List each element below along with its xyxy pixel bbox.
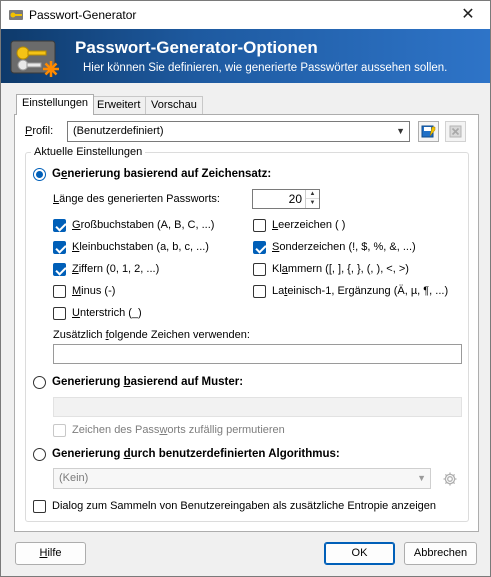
permute-label: Zeichen des Passworts zufällig permutier…: [72, 424, 285, 436]
cancel-button[interactable]: Abbrechen: [404, 542, 477, 565]
space-label: Leerzeichen ( ): [272, 219, 346, 231]
entropy-checkbox[interactable]: [33, 500, 46, 513]
special-checkbox[interactable]: [253, 241, 266, 254]
underscore-label: Unterstrich (_): [72, 307, 142, 319]
pattern-radio-label: Generierung basierend auf Muster:: [52, 376, 244, 388]
tab-vorschau[interactable]: Vorschau: [145, 96, 203, 114]
brackets-checkbox[interactable]: [253, 263, 266, 276]
latin1-checkbox[interactable]: [253, 285, 266, 298]
minus-checkbox[interactable]: [53, 285, 66, 298]
stepper-down-icon[interactable]: ▼: [306, 199, 319, 208]
uppercase-label: Großbuchstaben (A, B, C, ...): [72, 219, 215, 231]
underscore-checkbox[interactable]: [53, 307, 66, 320]
digits-label: Ziffern (0, 1, 2, ...): [72, 263, 160, 275]
profile-value: (Benutzerdefiniert): [73, 125, 164, 137]
group-title: Aktuelle Einstellungen: [31, 146, 146, 158]
length-value: 20: [288, 192, 302, 206]
length-stepper[interactable]: 20 ▲ ▼: [252, 189, 320, 209]
banner-heading: Passwort-Generator-Optionen: [75, 38, 318, 57]
custom-algorithm-select[interactable]: (Kein) ▼: [53, 468, 431, 489]
special-label: Sonderzeichen (!, $, %, &, ...): [272, 241, 416, 253]
window-title: Passwort-Generator: [29, 8, 137, 22]
close-button[interactable]: ✕: [446, 1, 490, 29]
digits-checkbox[interactable]: [53, 263, 66, 276]
permute-checkbox[interactable]: [53, 424, 66, 437]
stepper-up-icon[interactable]: ▲: [306, 190, 319, 199]
chevron-down-icon: ▼: [396, 126, 405, 136]
brackets-label: Klammern ([, ], {, }, (, ), <, >): [272, 263, 409, 275]
help-button[interactable]: Hilfe: [15, 542, 86, 565]
pattern-input[interactable]: [53, 397, 462, 417]
custom-algorithm-label: Generierung durch benutzerdefinierten Al…: [52, 448, 340, 460]
delete-icon: [449, 125, 462, 138]
minus-label: Minus (-): [72, 285, 116, 297]
banner-subheading: Hier können Sie definieren, wie generier…: [83, 62, 448, 74]
profile-label: Profil:: [25, 125, 54, 137]
stepper-buttons: ▲ ▼: [305, 190, 319, 208]
algorithm-options-button[interactable]: [439, 468, 460, 489]
ok-button[interactable]: OK: [324, 542, 395, 565]
uppercase-checkbox[interactable]: [53, 219, 66, 232]
save-profile-button[interactable]: [418, 121, 439, 142]
chevron-down-icon: ▼: [417, 473, 426, 483]
tab-einstellungen[interactable]: Einstellungen: [16, 94, 95, 115]
additional-chars-input[interactable]: [53, 344, 462, 364]
lowercase-label: Kleinbuchstaben (a, b, c, ...): [72, 241, 209, 253]
charset-radio[interactable]: [33, 168, 46, 181]
gear-icon: [443, 472, 456, 485]
custom-algorithm-value: (Kein): [59, 472, 89, 484]
custom-algorithm-radio[interactable]: [33, 448, 46, 461]
title-bar: Passwort-Generator ✕: [1, 1, 490, 29]
header-banner: Passwort-Generator-Optionen Hier können …: [1, 29, 490, 83]
save-profile-icon: [421, 125, 436, 138]
lowercase-checkbox[interactable]: [53, 241, 66, 254]
additional-chars-label: Zusätzlich folgende Zeichen verwenden:: [53, 329, 250, 341]
delete-profile-button[interactable]: [445, 121, 466, 142]
entropy-label: Dialog zum Sammeln von Benutzereingaben …: [52, 500, 437, 512]
space-checkbox[interactable]: [253, 219, 266, 232]
tab-erweitert[interactable]: Erweitert: [91, 96, 147, 114]
keys-app-icon: [9, 10, 23, 20]
latin1-label: Lateinisch-1, Ergänzung (Ä, µ, ¶, ...): [272, 285, 449, 297]
charset-radio-label: Generierung basierend auf Zeichensatz:: [52, 168, 272, 180]
keys-banner-icon: [10, 40, 59, 77]
profile-select[interactable]: (Benutzerdefiniert) ▼: [67, 121, 410, 142]
length-label: Länge des generierten Passworts:: [53, 193, 220, 205]
password-generator-window: Passwort-Generator ✕ Passwort-Generator-…: [0, 0, 491, 577]
pattern-radio[interactable]: [33, 376, 46, 389]
